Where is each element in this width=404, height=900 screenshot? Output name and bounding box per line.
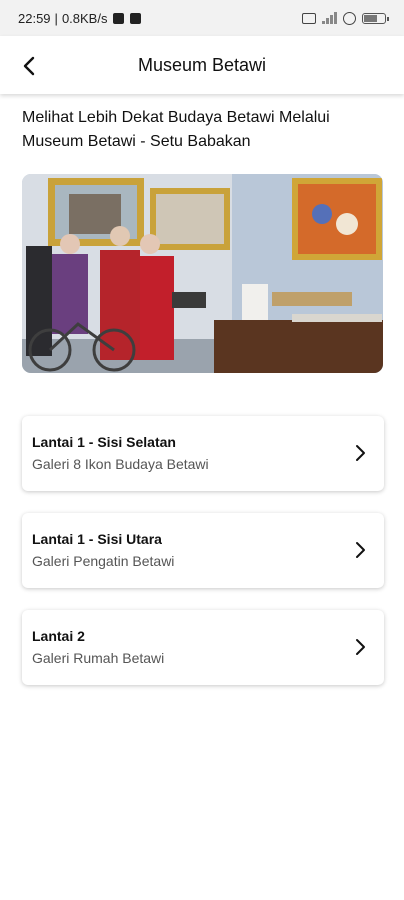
gallery-title: Lantai 2 [32,628,85,644]
network-speed: 0.8KB/s [61,10,108,26]
status-left: 22:59 | 0.8KB/s [18,10,142,26]
gallery-card-selatan[interactable]: Lantai 1 - Sisi Selatan Galeri 8 Ikon Bu… [22,416,384,491]
notification-icon [113,12,125,24]
chevron-right-icon [356,445,365,461]
gallery-subtitle: Galeri Pengatin Betawi [32,553,175,569]
signal-icon [322,12,337,24]
battery-icon [362,12,389,24]
chevron-right-icon [356,639,365,655]
status-time: 22:59 [18,10,51,26]
arrow-left-icon [23,56,35,76]
gallery-subtitle: Galeri Rumah Betawi [32,650,165,666]
app-bar: Museum Betawi [0,36,404,94]
museum-photo [22,174,383,373]
chevron-right-icon [356,542,365,558]
gallery-title: Lantai 1 - Sisi Selatan [32,434,176,450]
wifi-icon [343,11,356,25]
sim-icon [302,12,316,24]
museum-interior-image [22,174,383,373]
status-bar: 22:59 | 0.8KB/s [0,0,404,36]
notification-icon [130,12,142,24]
page-title: Museum Betawi [137,54,267,75]
back-button[interactable] [14,50,46,82]
gallery-title: Lantai 1 - Sisi Utara [32,531,162,547]
gallery-subtitle: Galeri 8 Ikon Budaya Betawi [32,456,209,472]
status-right [302,11,389,25]
status-separator: | [54,10,58,26]
gallery-card-lantai-2[interactable]: Lantai 2 Galeri Rumah Betawi [22,610,384,685]
headline: Melihat Lebih Dekat Budaya Betawi Melalu… [22,109,330,150]
gallery-card-utara[interactable]: Lantai 1 - Sisi Utara Galeri Pengatin Be… [22,513,384,588]
